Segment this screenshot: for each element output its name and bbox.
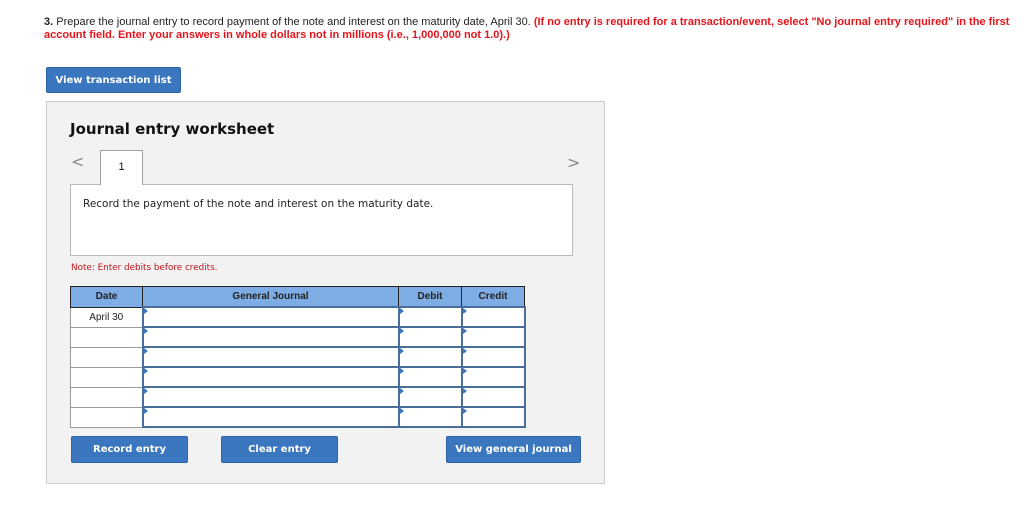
account-cell[interactable]: [141, 366, 400, 388]
debit-input[interactable]: [399, 347, 461, 366]
account-input[interactable]: [143, 347, 398, 366]
table-header-row: Date General Journal Debit Credit: [70, 286, 525, 308]
debit-cell[interactable]: [397, 386, 463, 408]
debit-input[interactable]: [399, 367, 461, 386]
header-credit: Credit: [461, 286, 525, 308]
credit-input[interactable]: [462, 387, 524, 406]
journal-table: Date General Journal Debit Credit April …: [70, 286, 526, 428]
table-row: [70, 366, 526, 388]
table-row: [70, 386, 526, 408]
credit-cell[interactable]: [460, 406, 526, 428]
journal-entry-worksheet-panel: Journal entry worksheet < > 1 Record the…: [46, 101, 605, 484]
header-general-journal: General Journal: [142, 286, 399, 308]
view-transaction-list-button[interactable]: View transaction list: [46, 67, 181, 93]
account-cell[interactable]: [141, 346, 400, 368]
record-entry-button[interactable]: Record entry: [71, 436, 188, 463]
debit-cell[interactable]: [397, 366, 463, 388]
table-row: [70, 406, 526, 428]
account-cell[interactable]: [141, 306, 400, 328]
view-general-journal-button[interactable]: View general journal: [446, 436, 581, 463]
date-cell: [70, 366, 143, 388]
credit-input[interactable]: [462, 307, 524, 326]
chevron-left-icon[interactable]: <: [71, 152, 84, 171]
question-number: 3.: [44, 16, 54, 28]
chevron-right-icon[interactable]: >: [567, 153, 580, 172]
account-input[interactable]: [143, 407, 398, 426]
credit-input[interactable]: [462, 407, 524, 426]
credit-cell[interactable]: [460, 306, 526, 328]
credit-cell[interactable]: [460, 326, 526, 348]
account-input[interactable]: [143, 307, 398, 326]
credit-cell[interactable]: [460, 366, 526, 388]
date-cell: [70, 406, 143, 428]
debit-cell[interactable]: [397, 326, 463, 348]
account-cell[interactable]: [141, 326, 400, 348]
debit-input[interactable]: [399, 407, 461, 426]
tab-1[interactable]: 1: [100, 150, 143, 185]
header-debit: Debit: [398, 286, 462, 308]
credit-input[interactable]: [462, 327, 524, 346]
debit-cell[interactable]: [397, 346, 463, 368]
debit-cell[interactable]: [397, 406, 463, 428]
header-date: Date: [70, 286, 143, 308]
date-cell: April 30: [70, 306, 143, 328]
credit-cell[interactable]: [460, 346, 526, 368]
transaction-description: Record the payment of the note and inter…: [83, 198, 434, 210]
date-cell: [70, 386, 143, 408]
credit-cell[interactable]: [460, 386, 526, 408]
debit-cell[interactable]: [397, 306, 463, 328]
account-cell[interactable]: [141, 406, 400, 428]
table-row: April 30: [70, 306, 526, 328]
account-input[interactable]: [143, 367, 398, 386]
account-cell[interactable]: [141, 386, 400, 408]
date-cell: [70, 346, 143, 368]
debit-input[interactable]: [399, 387, 461, 406]
credit-input[interactable]: [462, 347, 524, 366]
question-body: Prepare the journal entry to record paym…: [53, 16, 534, 28]
date-cell: [70, 326, 143, 348]
clear-entry-button[interactable]: Clear entry: [221, 436, 338, 463]
transaction-description-box: Record the payment of the note and inter…: [70, 184, 573, 256]
worksheet-title: Journal entry worksheet: [70, 120, 275, 138]
debit-input[interactable]: [399, 307, 461, 326]
credit-input[interactable]: [462, 367, 524, 386]
question-text: 3. Prepare the journal entry to record p…: [44, 16, 1020, 42]
table-row: [70, 326, 526, 348]
table-row: [70, 346, 526, 368]
account-input[interactable]: [143, 387, 398, 406]
debits-note: Note: Enter debits before credits.: [71, 263, 218, 273]
debit-input[interactable]: [399, 327, 461, 346]
account-input[interactable]: [143, 327, 398, 346]
